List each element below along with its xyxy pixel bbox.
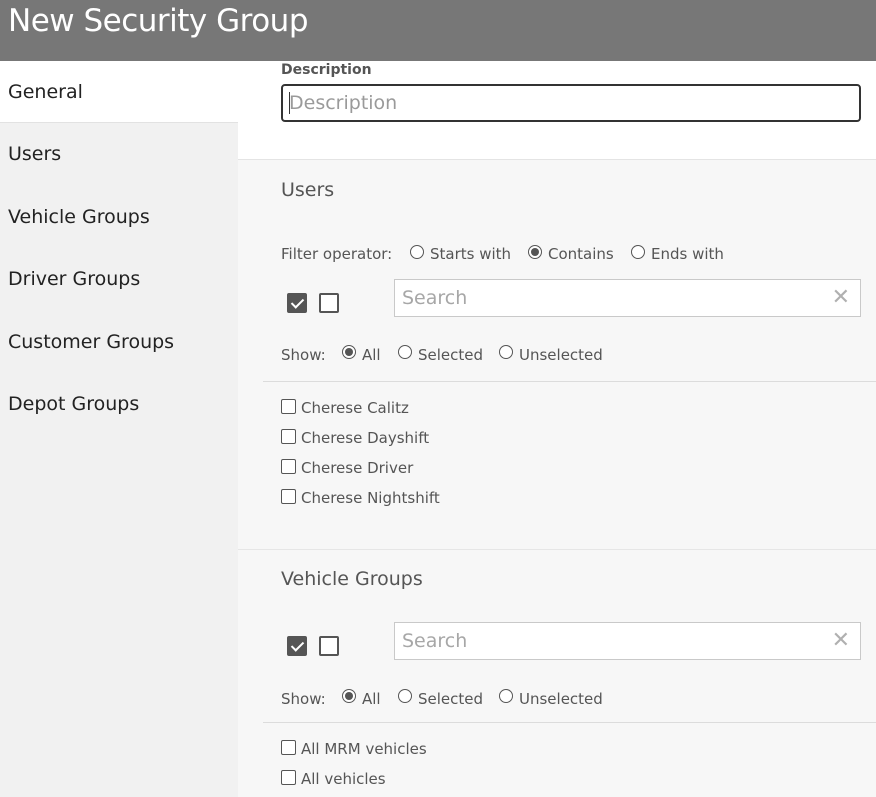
users-search-input[interactable] — [395, 280, 825, 316]
user-name: Cherese Calitz — [301, 399, 409, 417]
description-input[interactable] — [281, 84, 861, 122]
vehicle-group-checkbox[interactable] — [281, 770, 296, 785]
filter-starts-with-radio[interactable] — [410, 245, 424, 259]
vehicle-groups-divider — [263, 722, 876, 723]
title-bar: New Security Group — [0, 0, 876, 61]
sidebar: General Users Vehicle Groups Driver Grou… — [0, 61, 238, 797]
vehicle-groups-show-all-label[interactable]: All — [362, 690, 381, 708]
main-content: Description Users Filter operator: Start… — [238, 61, 876, 797]
user-name: Cherese Nightshift — [301, 489, 440, 507]
filter-ends-with-label[interactable]: Ends with — [651, 245, 724, 263]
users-show-selected-label[interactable]: Selected — [418, 346, 483, 364]
section-separator — [238, 549, 876, 550]
users-show-unselected-label[interactable]: Unselected — [519, 346, 603, 364]
users-show-all-radio[interactable] — [342, 345, 356, 359]
users-check-all-icon[interactable] — [287, 293, 307, 313]
users-show-unselected-radio[interactable] — [499, 345, 513, 359]
vehicle-groups-section-title: Vehicle Groups — [281, 568, 423, 590]
filter-starts-with-label[interactable]: Starts with — [430, 245, 511, 263]
user-checkbox[interactable] — [281, 459, 296, 474]
vehicle-group-checkbox[interactable] — [281, 740, 296, 755]
user-checkbox[interactable] — [281, 399, 296, 414]
description-panel: Description — [238, 61, 876, 160]
filter-operator-label: Filter operator: — [281, 245, 393, 263]
user-name: Cherese Dayshift — [301, 429, 430, 447]
users-show-all-label[interactable]: All — [362, 346, 381, 364]
vehicle-groups-uncheck-all-icon[interactable] — [319, 636, 339, 656]
page-title: New Security Group — [8, 3, 309, 39]
filter-contains-label[interactable]: Contains — [548, 245, 614, 263]
filter-contains-radio[interactable] — [528, 245, 542, 259]
vehicle-group-name: All MRM vehicles — [301, 740, 427, 758]
sidebar-item-driver-groups[interactable]: Driver Groups — [0, 248, 238, 310]
filter-ends-with-radio[interactable] — [631, 245, 645, 259]
vehicle-groups-check-all-icon[interactable] — [287, 636, 307, 656]
sidebar-item-depot-groups[interactable]: Depot Groups — [0, 373, 238, 435]
users-show-label: Show: — [281, 346, 326, 364]
sidebar-item-general[interactable]: General — [0, 61, 238, 123]
vehicle-groups-show-selected-label[interactable]: Selected — [418, 690, 483, 708]
vehicle-groups-search-input[interactable] — [395, 623, 825, 659]
users-section-title: Users — [281, 179, 335, 201]
vehicle-groups-show-label: Show: — [281, 690, 326, 708]
vehicle-groups-search-box: ✕ — [394, 622, 861, 660]
users-uncheck-all-icon[interactable] — [319, 293, 339, 313]
user-checkbox[interactable] — [281, 429, 296, 444]
sidebar-item-vehicle-groups[interactable]: Vehicle Groups — [0, 186, 238, 248]
vehicle-group-name: All vehicles — [301, 770, 386, 788]
text-caret — [289, 92, 290, 114]
users-search-close-icon[interactable]: ✕ — [832, 286, 850, 310]
vehicle-groups-show-selected-radio[interactable] — [398, 689, 412, 703]
users-show-selected-radio[interactable] — [398, 345, 412, 359]
vehicle-groups-show-unselected-radio[interactable] — [499, 689, 513, 703]
sidebar-item-customer-groups[interactable]: Customer Groups — [0, 311, 238, 373]
user-checkbox[interactable] — [281, 489, 296, 504]
users-search-box: ✕ — [394, 279, 861, 317]
vehicle-groups-show-all-radio[interactable] — [342, 689, 356, 703]
vehicle-groups-show-unselected-label[interactable]: Unselected — [519, 690, 603, 708]
user-name: Cherese Driver — [301, 459, 414, 477]
sidebar-item-users[interactable]: Users — [0, 123, 238, 185]
vehicle-groups-search-close-icon[interactable]: ✕ — [832, 629, 850, 653]
description-label: Description — [281, 62, 372, 78]
users-divider — [263, 381, 876, 382]
